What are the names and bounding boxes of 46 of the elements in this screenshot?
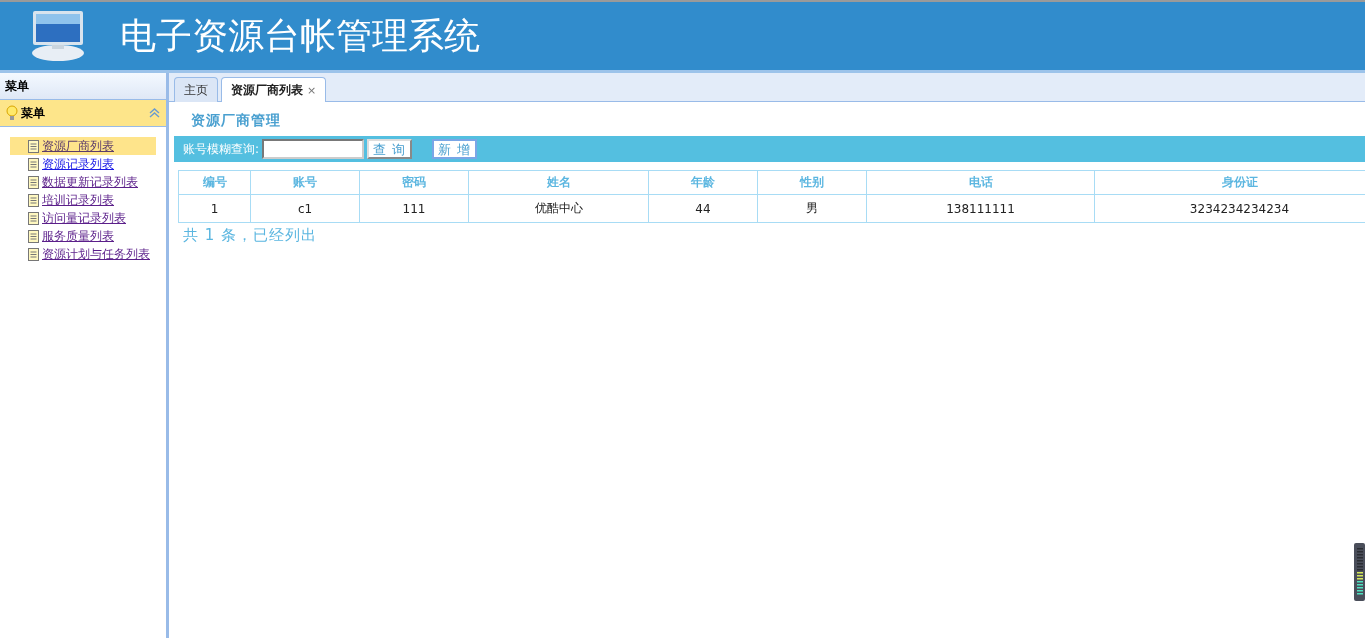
record-count: 共 1 条，已经列出: [182, 225, 319, 245]
tab-label: 资源厂商列表: [231, 81, 303, 99]
menu-link[interactable]: 服务质量列表: [10, 227, 156, 245]
document-icon: [28, 193, 39, 207]
search-field[interactable]: [262, 139, 365, 159]
column-header: 身份证: [1095, 171, 1365, 195]
column-header: 编号: [179, 171, 251, 195]
menu-link[interactable]: 数据更新记录列表: [10, 173, 156, 191]
document-icon: [28, 229, 39, 243]
column-header: 账号: [251, 171, 360, 195]
document-icon: [28, 211, 39, 225]
table-cell: 优酷中心: [469, 195, 649, 223]
search-label: 账号模糊查询:: [183, 140, 260, 158]
tab-label: 主页: [184, 81, 208, 99]
table-cell: 1: [179, 195, 251, 223]
table-cell: 3234234234234: [1095, 195, 1365, 223]
app-title: 电子资源台帐管理系统: [120, 13, 480, 58]
tab[interactable]: 主页: [174, 77, 218, 102]
document-icon: [28, 175, 39, 189]
column-header: 年龄: [649, 171, 758, 195]
tab[interactable]: 资源厂商列表 ×: [221, 77, 327, 102]
table-cell: 111: [360, 195, 469, 223]
column-header: 性别: [758, 171, 867, 195]
column-header: 密码: [360, 171, 469, 195]
menu-link[interactable]: 资源厂商列表: [10, 137, 156, 155]
document-icon: [28, 157, 39, 171]
table-cell: 男: [758, 195, 867, 223]
lightbulb-icon: [6, 105, 18, 121]
table-cell: 44: [649, 195, 758, 223]
monitor-icon: [30, 9, 86, 63]
menu-link[interactable]: 访问量记录列表: [10, 209, 156, 227]
menu-panel-header[interactable]: 菜单: [0, 100, 166, 127]
table-cell: 138111111: [867, 195, 1095, 223]
table-cell: c1: [251, 195, 360, 223]
collapse-icon[interactable]: [149, 108, 160, 118]
menu-link[interactable]: 资源计划与任务列表: [10, 245, 156, 263]
close-icon[interactable]: ×: [307, 83, 317, 97]
menu-link[interactable]: 培训记录列表: [10, 191, 156, 209]
document-icon: [28, 247, 39, 261]
menu-link[interactable]: 资源记录列表: [10, 155, 156, 173]
page-title: 资源厂商管理: [190, 112, 282, 130]
sidebar-title: 菜单: [0, 73, 166, 100]
level-meter-drawing: [1354, 543, 1365, 601]
column-header: 姓名: [469, 171, 649, 195]
column-header: 电话: [867, 171, 1095, 195]
document-icon: [28, 139, 39, 153]
